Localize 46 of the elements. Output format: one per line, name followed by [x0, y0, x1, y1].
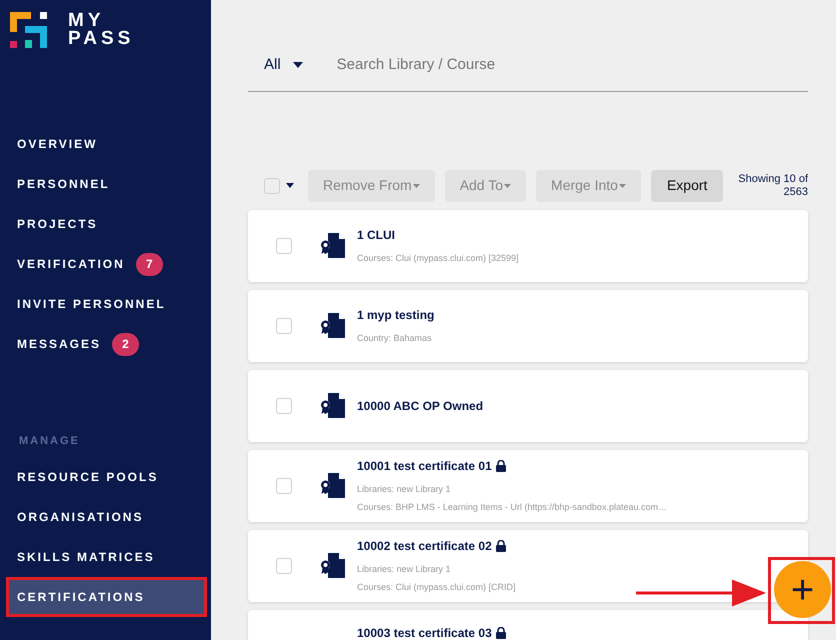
certificate-title: 10003 test certificate 03 — [357, 624, 492, 640]
row-checkbox[interactable] — [276, 318, 292, 334]
logo-text: PASS — [68, 30, 134, 48]
certificate-title: 10000 ABC OP Owned — [357, 398, 484, 414]
certificate-title: 10002 test certificate 02 — [357, 538, 492, 555]
logo-icon — [10, 12, 48, 48]
certificate-card[interactable]: 1 CLUI Courses: Clui (mypass.clui.com) [32599] — [248, 210, 808, 282]
caret-icon — [504, 184, 512, 188]
certificate-detail: Country: Bahamas — [357, 332, 433, 345]
filter-dropdown[interactable]: All — [264, 54, 303, 76]
highlight-frame — [768, 557, 835, 624]
certificate-card[interactable]: 10001 test certificate 01 Libraries: new Library 1 Courses: BHP LMS - Learning Items - Url (https://bhp-sandbox.plateau.com… — [248, 450, 808, 522]
certificate-icon — [320, 233, 345, 258]
logo-text: MY — [68, 12, 104, 30]
caret-icon — [618, 184, 626, 188]
certificate-icon — [320, 393, 345, 418]
caret-icon — [412, 184, 420, 188]
row-checkbox[interactable] — [276, 238, 292, 254]
add-button[interactable]: + — [774, 561, 831, 618]
certificate-icon — [320, 473, 345, 498]
row-checkbox[interactable] — [276, 478, 292, 494]
certificate-icon — [320, 553, 345, 578]
certificate-card[interactable]: 10003 test certificate 03 — [248, 610, 808, 640]
caret-icon[interactable] — [286, 183, 294, 188]
certificate-detail: Courses: Clui (mypass.clui.com) [32599] — [357, 252, 519, 265]
certificate-title: 10001 test certificate 01 — [357, 458, 492, 475]
select-all-checkbox[interactable] — [264, 178, 280, 194]
section-heading: MANAGE — [19, 434, 80, 449]
certificate-card[interactable]: 1 myp testing Country: Bahamas — [248, 290, 808, 362]
certificate-card[interactable]: 10000 ABC OP Owned — [248, 370, 808, 442]
row-checkbox[interactable] — [276, 398, 292, 414]
certificate-detail: Libraries: new Library 1 — [357, 563, 452, 576]
row-checkbox[interactable] — [276, 558, 292, 574]
toolbar-button[interactable]: Export — [650, 170, 724, 202]
nav-item[interactable]: CERTIFICATIONS — [9, 580, 204, 614]
certificate-icon — [320, 313, 345, 338]
certificate-title: 1 CLUI — [357, 226, 396, 244]
results-count: Showing 10 of 2563 — [738, 172, 808, 198]
certificate-title: 1 myp testing — [357, 306, 434, 324]
certificate-detail: Courses: BHP LMS - Learning Items - Url (https://bhp-sandbox.plateau.com… — [357, 500, 667, 514]
count-badge: 2 — [112, 332, 140, 356]
caret-icon — [292, 62, 303, 68]
certificate-detail: Libraries: new Library 1 — [357, 483, 452, 496]
certificate-detail: Courses: Clui (mypass.clui.com) [CRID] — [357, 580, 516, 594]
search-field[interactable]: Search Library / Course — [336, 54, 808, 76]
count-badge: 7 — [136, 252, 163, 276]
